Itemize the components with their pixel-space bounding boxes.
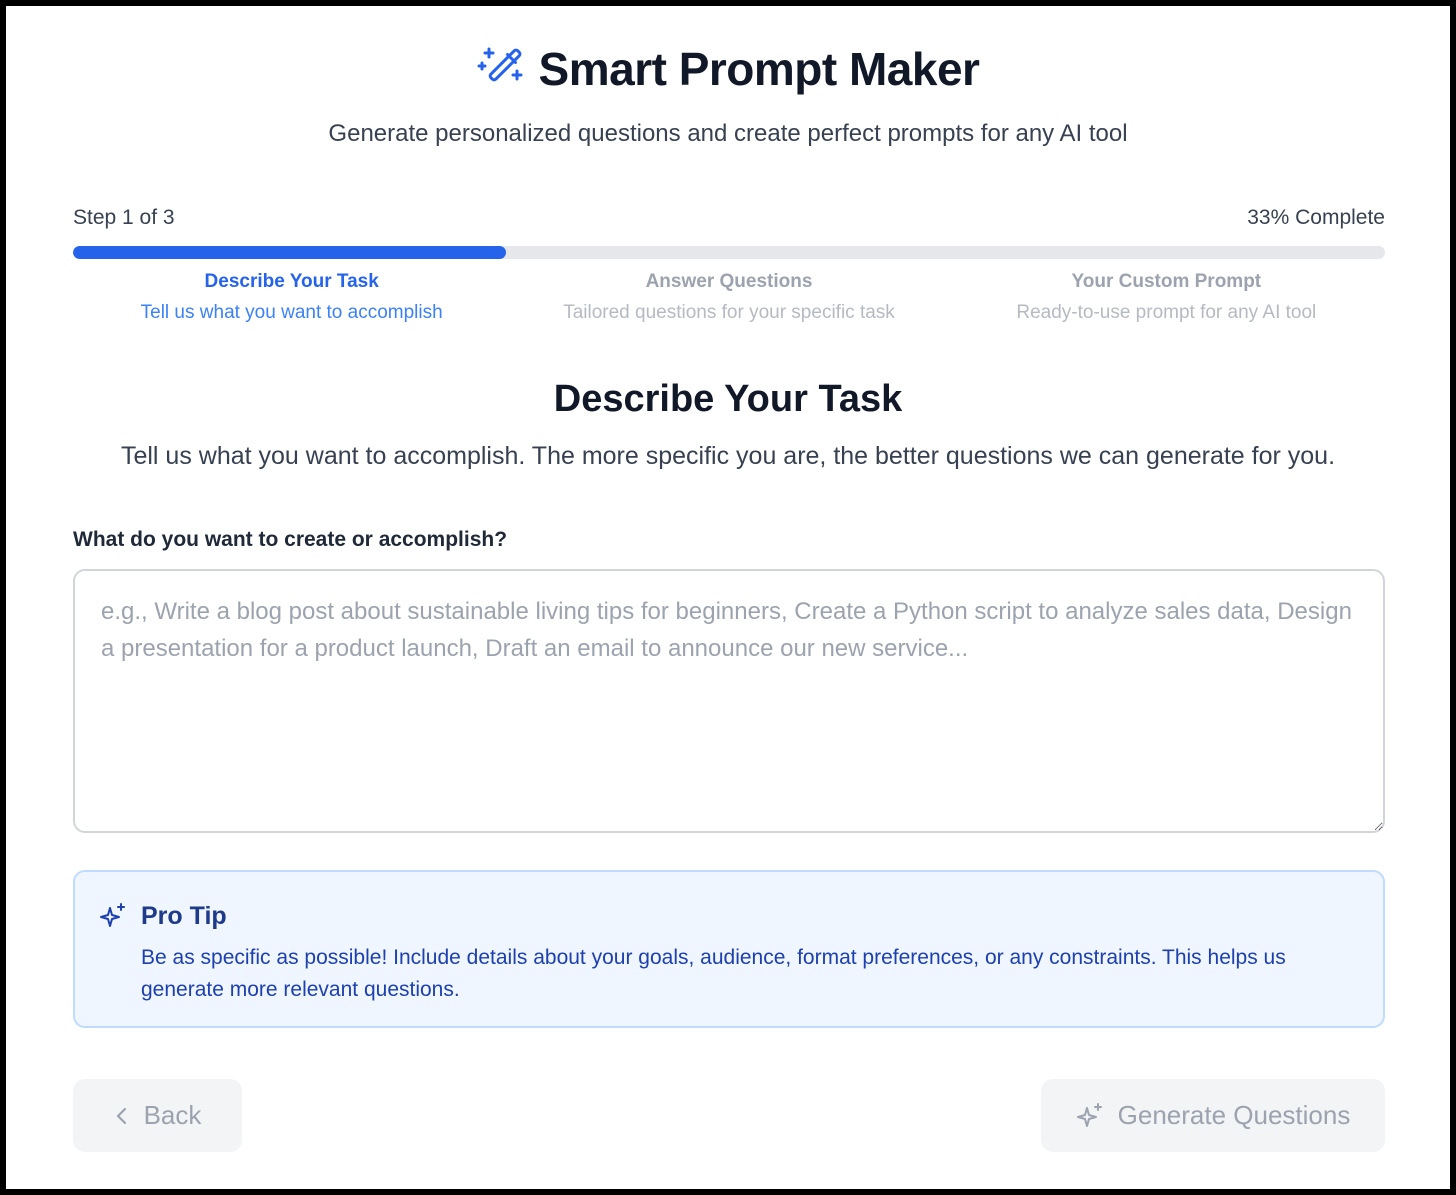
section-title: Describe Your Task bbox=[553, 378, 903, 420]
app-window: Smart Prompt Maker Generate personalized… bbox=[6, 6, 1450, 1189]
pro-tip-box: Pro Tip Be as specific as possible! Incl… bbox=[73, 870, 1385, 1028]
chevron-left-icon bbox=[116, 1107, 126, 1124]
progress-bar bbox=[73, 246, 1385, 259]
page-header: Smart Prompt Maker bbox=[6, 42, 1450, 96]
step-description: Tell us what you want to accomplish bbox=[140, 302, 443, 323]
progress-percent: 33% Complete bbox=[1247, 206, 1385, 229]
task-field-label: What do you want to create or accomplish… bbox=[73, 528, 508, 551]
generate-questions-label: Generate Questions bbox=[1117, 1100, 1351, 1130]
sparkle-icon bbox=[100, 903, 125, 927]
step-describe-task: Describe Your Task Tell us what you want… bbox=[73, 271, 510, 324]
step-title: Answer Questions bbox=[645, 271, 813, 292]
step-counter: Step 1 of 3 bbox=[73, 206, 175, 229]
page-title: Smart Prompt Maker bbox=[538, 43, 980, 95]
section-description: Tell us what you want to accomplish. The… bbox=[120, 442, 1336, 470]
back-button[interactable]: Back bbox=[73, 1079, 242, 1152]
generate-questions-button[interactable]: Generate Questions bbox=[1041, 1079, 1385, 1152]
step-description: Ready-to-use prompt for any AI tool bbox=[1016, 302, 1317, 323]
sparkle-icon bbox=[1076, 1102, 1102, 1127]
step-title: Describe Your Task bbox=[204, 271, 379, 292]
step-answer-questions: Answer Questions Tailored questions for … bbox=[510, 271, 947, 324]
magic-wand-icon bbox=[477, 47, 523, 82]
step-custom-prompt: Your Custom Prompt Ready-to-use prompt f… bbox=[948, 271, 1385, 324]
step-description: Tailored questions for your specific tas… bbox=[563, 302, 895, 323]
pro-tip-title: Pro Tip bbox=[141, 902, 227, 930]
page-subtitle: Generate personalized questions and crea… bbox=[328, 120, 1128, 147]
task-description-input[interactable] bbox=[73, 569, 1385, 833]
step-title: Your Custom Prompt bbox=[1071, 271, 1262, 292]
progress-header: Step 1 of 3 33% Complete bbox=[73, 206, 1385, 230]
step-indicator: Describe Your Task Tell us what you want… bbox=[73, 271, 1385, 324]
back-button-label: Back bbox=[143, 1100, 202, 1130]
progress-bar-fill bbox=[73, 246, 506, 259]
pro-tip-text: Be as specific as possible! Include deta… bbox=[141, 946, 1286, 1001]
